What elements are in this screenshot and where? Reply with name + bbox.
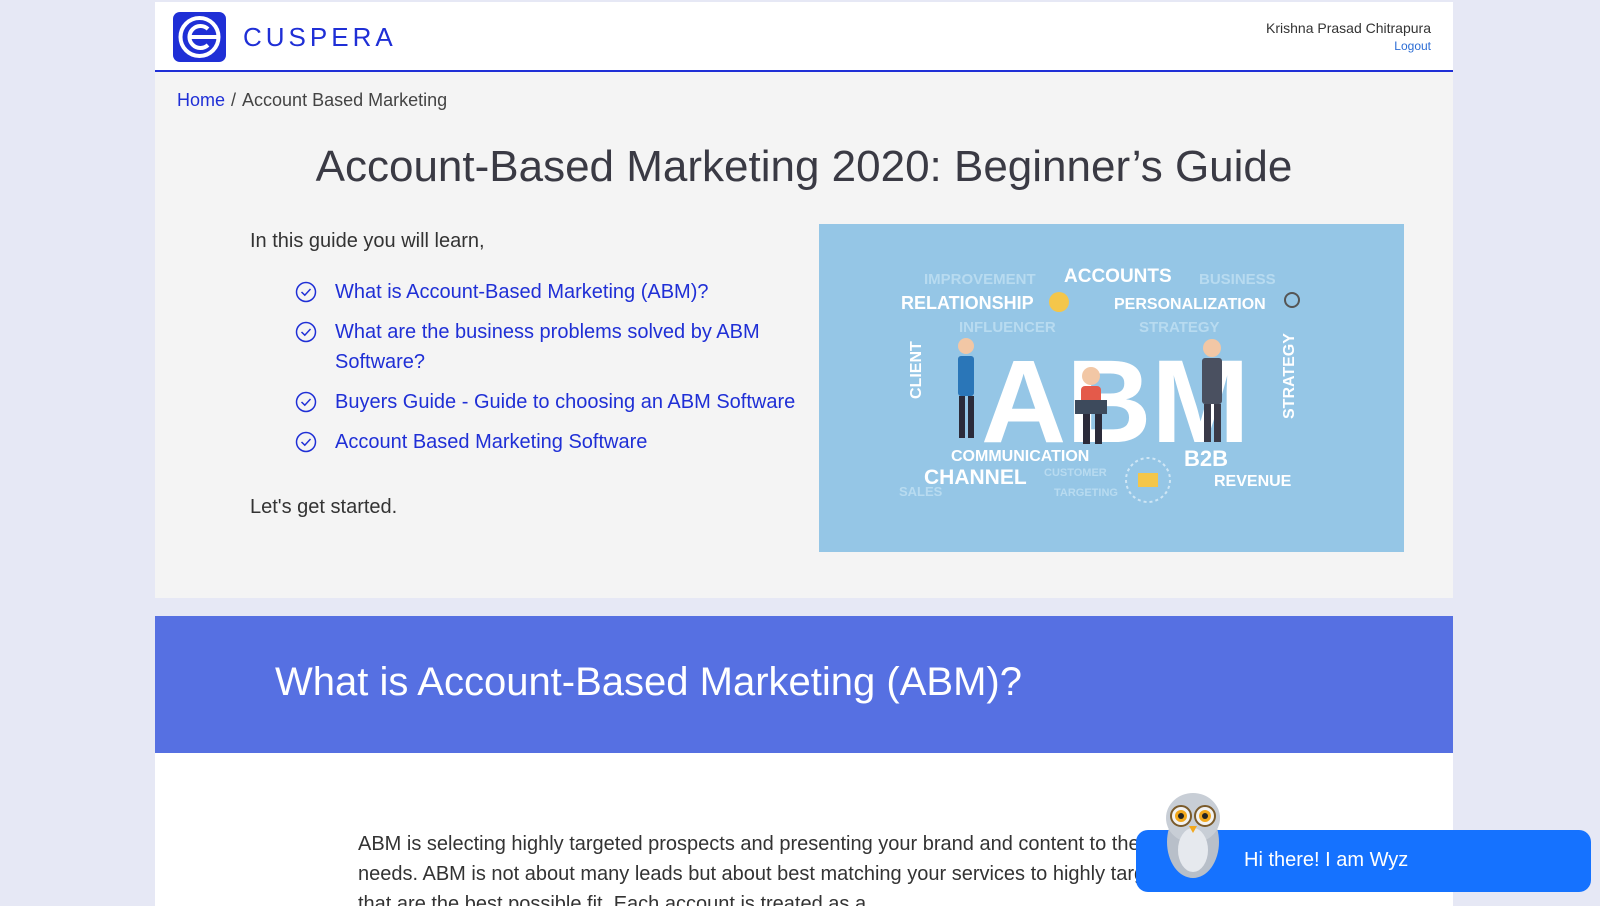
hero-word: RELATIONSHIP (901, 293, 1034, 313)
hero-word: CUSTOMER (1044, 467, 1107, 479)
intro-section: Home / Account Based Marketing Account-Bas… (155, 72, 1453, 598)
guide-toc: What is Account-Based Marketing (ABM)? W… (295, 277, 815, 467)
abm-hero-illustration: IMPROVEMENT ACCOUNTS BUSINESS RELATIONSH… (819, 224, 1404, 552)
hero-word: ACCOUNTS (1064, 266, 1172, 287)
cuspera-logo-icon[interactable] (173, 12, 226, 62)
hero-word: REVENUE (1214, 473, 1292, 490)
hero-word: IMPROVEMENT (924, 271, 1036, 288)
brand-name[interactable]: CUSPERA (243, 22, 397, 53)
toc-item-abm-software[interactable]: Account Based Marketing Software (295, 427, 815, 457)
check-circle-icon (295, 391, 317, 413)
section-heading-band: What is Account-Based Marketing (ABM)? (155, 616, 1453, 753)
page-title: Account-Based Marketing 2020: Beginner’s… (315, 142, 1293, 191)
magnifier-icon (1284, 292, 1300, 308)
person-illustration (958, 338, 974, 438)
hero-word: PERSONALIZATION (1114, 296, 1266, 313)
guide-lead-text: In this guide you will learn, (250, 230, 485, 252)
toc-item-buyers-guide[interactable]: Buyers Guide - Guide to choosing an ABM … (295, 387, 815, 417)
breadcrumb-separator: / (231, 90, 237, 110)
site-header: CUSPERA Krishna Prasad Chitrapura Logout (155, 2, 1453, 72)
envelope-icon (1138, 473, 1158, 487)
toc-item-label: Buyers Guide - Guide to choosing an ABM … (335, 391, 796, 413)
breadcrumb: Home / Account Based Marketing (177, 90, 447, 111)
toc-item-label: Account Based Marketing Software (335, 431, 648, 453)
check-circle-icon (295, 321, 317, 343)
breadcrumb-current: Account Based Marketing (242, 90, 448, 110)
hero-word: BUSINESS (1199, 271, 1276, 288)
check-circle-icon (295, 431, 317, 453)
logout-link[interactable]: Logout (1266, 39, 1431, 53)
toc-item-label: What is Account-Based Marketing (ABM)? (335, 281, 709, 303)
user-name: Krishna Prasad Chitrapura (1266, 20, 1431, 36)
breadcrumb-home-link[interactable]: Home (177, 90, 225, 110)
chat-greeting: Hi there! I am Wyz (1244, 849, 1409, 871)
toc-item-label: What are the business problems solved by… (335, 321, 760, 373)
user-menu: Krishna Prasad Chitrapura Logout (1266, 20, 1431, 53)
toc-item-business-problems[interactable]: What are the business problems solved by… (295, 317, 815, 377)
hero-word: B2B (1184, 446, 1228, 471)
hero-word: COMMUNICATION (951, 448, 1089, 465)
owl-mascot-icon[interactable] (1160, 784, 1226, 884)
guide-outro-text: Let's get started. (250, 496, 398, 518)
section-heading: What is Account-Based Marketing (ABM)? (275, 660, 1022, 704)
hero-word: STRATEGY (1281, 333, 1298, 419)
toc-item-what-is-abm[interactable]: What is Account-Based Marketing (ABM)? (295, 277, 815, 307)
coin-icon (1049, 292, 1069, 312)
hero-word: TARGETING (1054, 487, 1118, 499)
hero-word: CLIENT (908, 341, 925, 399)
hero-word: STRATEGY (1139, 319, 1220, 336)
hero-word: INFLUENCER (959, 319, 1056, 336)
check-circle-icon (295, 281, 317, 303)
page: CUSPERA Krishna Prasad Chitrapura Logout… (155, 0, 1453, 906)
hero-word: SALES (899, 484, 943, 499)
